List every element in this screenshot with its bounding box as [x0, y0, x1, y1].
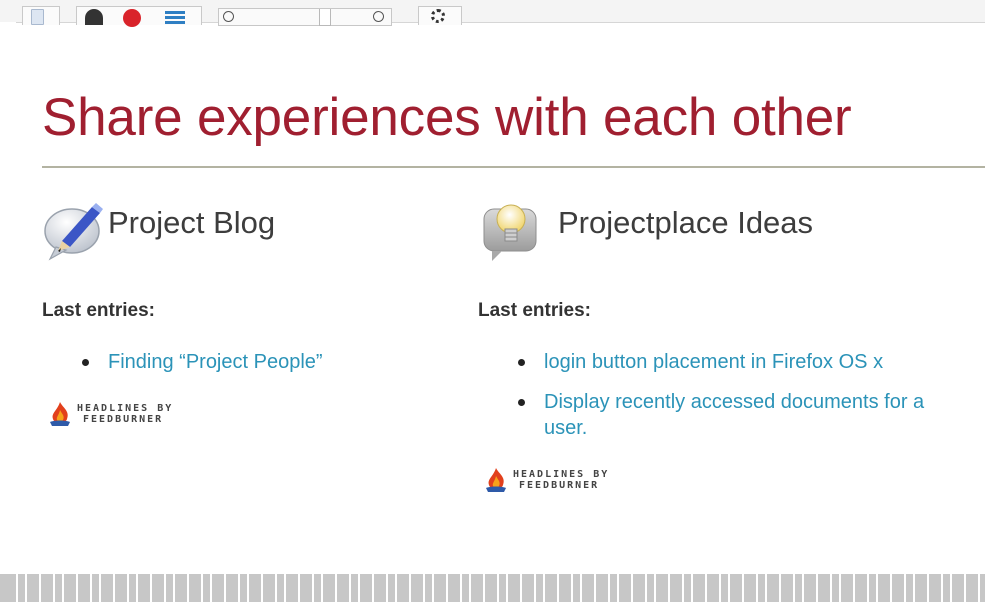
- nav-button-group: [76, 6, 202, 27]
- list-icon[interactable]: [165, 11, 185, 25]
- feedburner-badge[interactable]: HEADLINES BY FEEDBURNER: [48, 401, 173, 427]
- zoom-slider-thumb[interactable]: [319, 9, 331, 26]
- entry-link[interactable]: Finding “Project People”: [108, 351, 323, 373]
- zoom-in-icon[interactable]: [373, 11, 384, 22]
- feedburner-text: HEADLINES BY FEEDBURNER: [77, 403, 173, 425]
- feedburner-badge[interactable]: HEADLINES BY FEEDBURNER: [484, 467, 609, 493]
- feedburner-text: HEADLINES BY FEEDBURNER: [513, 469, 609, 491]
- page-button[interactable]: [22, 6, 60, 25]
- feedburner-line2: FEEDBURNER: [519, 480, 600, 491]
- entries-list: Finding “Project People”: [78, 349, 458, 389]
- title-divider: [42, 166, 985, 168]
- section-header: Projectplace Ideas: [478, 195, 968, 265]
- projectplace-ideas-section: Projectplace Ideas Last entries: login b…: [478, 195, 968, 492]
- feedburner-line2: FEEDBURNER: [83, 414, 164, 425]
- left-edge: [0, 22, 16, 602]
- zoom-out-icon[interactable]: [223, 11, 234, 22]
- last-entries-label: Last entries:: [478, 300, 591, 321]
- section-heading: Project Blog: [108, 205, 276, 240]
- lightbulb-speech-bubble-icon: [483, 204, 537, 261]
- list-item[interactable]: Display recently accessed documents for …: [514, 389, 954, 441]
- feedburner-line1: HEADLINES BY: [513, 469, 610, 480]
- last-entries-label: Last entries:: [42, 300, 155, 321]
- section-heading: Projectplace Ideas: [558, 205, 814, 240]
- entry-link[interactable]: Display recently accessed documents for …: [544, 391, 924, 439]
- entries-list: login button placement in Firefox OS x D…: [514, 349, 954, 455]
- list-item[interactable]: Finding “Project People”: [78, 349, 458, 375]
- feedburner-flame-icon: [50, 402, 70, 426]
- pencil-speech-bubble-icon: [44, 203, 103, 261]
- feedburner-line1: HEADLINES BY: [77, 403, 174, 414]
- browser-toolbar: [0, 0, 985, 27]
- list-item[interactable]: login button placement in Firefox OS x: [514, 349, 954, 375]
- settings-button[interactable]: [418, 6, 462, 25]
- page-title: Share experiences with each other: [42, 88, 852, 147]
- back-icon[interactable]: [85, 9, 103, 25]
- entry-link[interactable]: login button placement in Firefox OS x: [544, 351, 883, 373]
- project-blog-section: Project Blog Last entries: Finding “Proj…: [42, 195, 462, 426]
- stop-icon[interactable]: [123, 9, 141, 27]
- bottom-decorative-band: [0, 574, 985, 602]
- section-header: Project Blog: [42, 195, 462, 265]
- settings-icon: [431, 9, 445, 23]
- feedburner-flame-icon: [486, 468, 506, 492]
- page-icon: [31, 9, 44, 25]
- zoom-slider[interactable]: [218, 8, 392, 26]
